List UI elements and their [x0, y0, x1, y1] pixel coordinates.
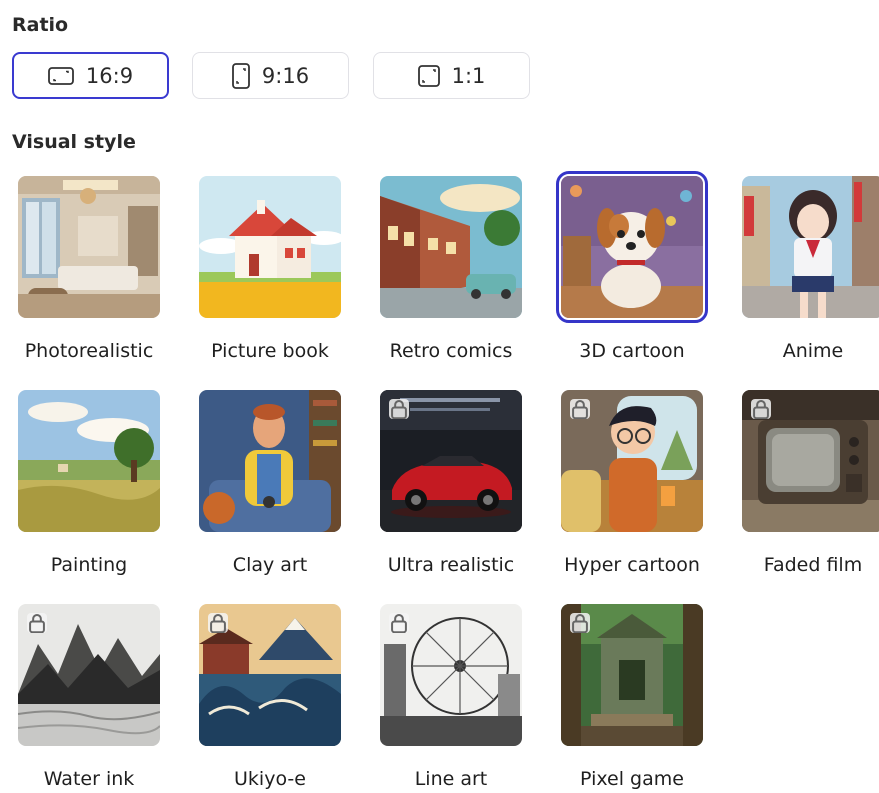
faded-film-thumbnail	[742, 390, 879, 532]
lock-icon	[751, 399, 771, 419]
ukiyo-e-thumbnail	[199, 604, 341, 746]
water-ink-thumbnail	[18, 604, 160, 746]
ratio-16-9-button[interactable]: 16:9	[12, 52, 169, 99]
pixel-game-thumbnail	[561, 604, 703, 746]
style-tile-picture-book[interactable]: Picture book	[199, 176, 341, 362]
ratio-9-16-button[interactable]: 9:16	[192, 52, 349, 99]
style-tile-pixel-game[interactable]: Pixel game	[561, 604, 703, 790]
style-label-anime: Anime	[782, 340, 844, 362]
hyper-cartoon-thumbnail	[561, 390, 703, 532]
style-label-retro-comics: Retro comics	[389, 340, 513, 362]
ratio-16-9-label: 16:9	[85, 63, 134, 88]
style-label-picture-book: Picture book	[211, 340, 329, 362]
3d-cartoon-thumbnail	[556, 171, 708, 323]
retro-comics-thumbnail	[380, 176, 522, 318]
line-art-thumbnail	[380, 604, 522, 746]
ratio-1-1-label: 1:1	[451, 63, 486, 88]
ultra-realistic-thumbnail	[380, 390, 522, 532]
lock-icon	[570, 399, 590, 419]
style-tile-painting[interactable]: Painting	[18, 390, 160, 576]
visual-style-section-title: Visual style	[12, 131, 136, 153]
ratio-9-16-label: 9:16	[261, 63, 310, 88]
style-label-line-art: Line art	[414, 768, 488, 790]
lock-icon	[570, 613, 590, 633]
style-label-ukiyo-e: Ukiyo-e	[234, 768, 306, 790]
lock-icon	[27, 613, 47, 633]
ratio-1-1-button[interactable]: 1:1	[373, 52, 530, 99]
style-tile-hyper-cartoon[interactable]: Hyper cartoon	[561, 390, 703, 576]
square-ratio-icon	[417, 64, 440, 87]
style-tile-photorealistic[interactable]: Photorealistic	[18, 176, 160, 362]
style-tile-3d-cartoon[interactable]: 3D cartoon	[556, 171, 708, 362]
style-tile-faded-film[interactable]: Faded film	[742, 390, 879, 576]
style-tile-retro-comics[interactable]: Retro comics	[380, 176, 522, 362]
style-label-water-ink: Water ink	[43, 768, 135, 790]
painting-thumbnail	[18, 390, 160, 532]
style-tile-line-art[interactable]: Line art	[380, 604, 522, 790]
style-label-photorealistic: Photorealistic	[24, 340, 154, 362]
lock-icon	[389, 399, 409, 419]
lock-icon	[389, 613, 409, 633]
style-tile-ultra-realistic[interactable]: Ultra realistic	[380, 390, 522, 576]
style-label-ultra-realistic: Ultra realistic	[387, 554, 515, 576]
portrait-ratio-icon	[232, 62, 250, 89]
style-label-faded-film: Faded film	[763, 554, 863, 576]
style-tile-anime[interactable]: Anime	[742, 176, 879, 362]
style-tile-ukiyo-e[interactable]: Ukiyo-e	[199, 604, 341, 790]
style-label-painting: Painting	[50, 554, 128, 576]
photorealistic-thumbnail	[18, 176, 160, 318]
landscape-ratio-icon	[48, 66, 74, 85]
style-label-clay-art: Clay art	[232, 554, 308, 576]
style-label-hyper-cartoon: Hyper cartoon	[564, 554, 700, 576]
ratio-section-title: Ratio	[12, 14, 69, 36]
style-tile-clay-art[interactable]: Clay art	[199, 390, 341, 576]
style-tile-water-ink[interactable]: Water ink	[18, 604, 160, 790]
picture-book-thumbnail	[199, 176, 341, 318]
anime-thumbnail	[742, 176, 879, 318]
lock-icon	[208, 613, 228, 633]
clay-art-thumbnail	[199, 390, 341, 532]
style-label-3d-cartoon: 3D cartoon	[579, 340, 685, 362]
style-label-pixel-game: Pixel game	[580, 768, 684, 790]
